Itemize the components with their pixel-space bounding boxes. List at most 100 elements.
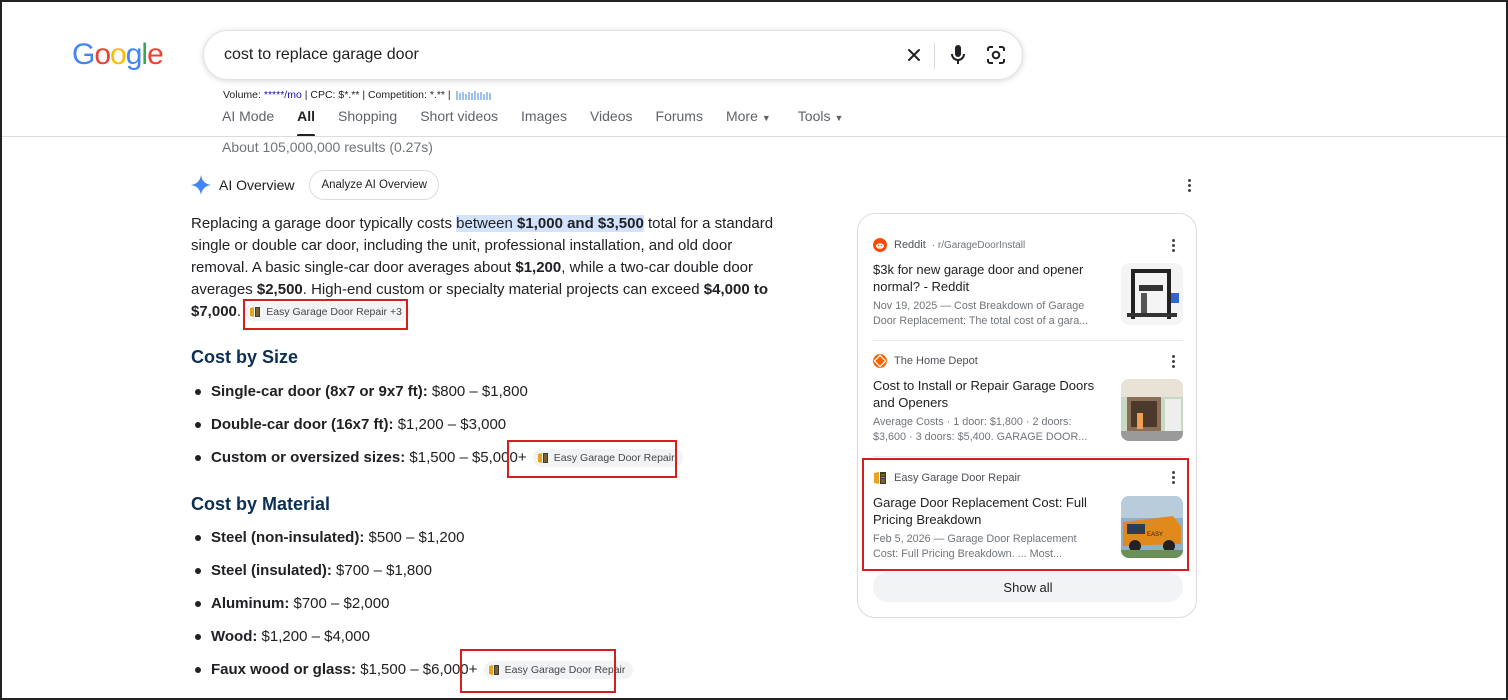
summary-bold: $1,200 — [515, 259, 562, 276]
ai-overview-header: AI Overview Analyze AI Overview — [191, 170, 439, 200]
list-item: Custom or oversized sizes: $1,500 – $5,0… — [191, 447, 683, 480]
source-subsite: · r/GarageDoorInstall — [931, 239, 1026, 251]
google-logo[interactable]: Google — [72, 38, 164, 72]
more-options-icon[interactable] — [1168, 352, 1178, 370]
source-chip-label: Easy Garage Door Repair — [504, 664, 626, 677]
source-thumbnail[interactable] — [1121, 263, 1183, 325]
source-chip-label: Easy Garage Door Repair +3 — [266, 306, 402, 319]
source-thumbnail[interactable]: EASY — [1121, 496, 1183, 558]
source-title[interactable]: $3k for new garage door and opener norma… — [873, 261, 1103, 295]
list-item: Single-car door (8x7 or 9x7 ft): $800 – … — [191, 381, 683, 414]
source-chip[interactable]: Easy Garage Door Repair +3 — [245, 303, 410, 322]
source-chip[interactable]: Easy Garage Door Repair — [532, 449, 683, 468]
source-chip[interactable]: Easy Garage Door Repair — [483, 661, 634, 680]
tab-forums[interactable]: Forums — [656, 108, 703, 136]
tab-all[interactable]: All — [297, 108, 315, 137]
header-divider — [2, 136, 1506, 137]
source-card-easy-garage[interactable]: Easy Garage Door Repair Garage Door Repl… — [873, 470, 1183, 570]
clear-icon[interactable] — [903, 44, 925, 66]
item-label: Steel (insulated): — [211, 562, 332, 579]
more-options-icon[interactable] — [1184, 176, 1194, 194]
tab-videos[interactable]: Videos — [590, 108, 633, 136]
source-chip-label: Easy Garage Door Repair — [553, 452, 675, 465]
search-box — [203, 30, 1023, 80]
seo-volume-label: Volume: — [223, 89, 261, 101]
item-value: $500 – $1,200 — [364, 529, 465, 546]
sources-panel: Reddit · r/GarageDoorInstall $3k for new… — [857, 213, 1197, 618]
source-thumbnail[interactable] — [1121, 379, 1183, 441]
item-value: $1,200 – $4,000 — [257, 628, 370, 645]
logo-letter: o — [110, 38, 127, 71]
tools-button[interactable]: Tools ▼ — [798, 108, 844, 136]
tab-more-label: More — [725, 108, 758, 124]
source-site-row: Reddit · r/GarageDoorInstall — [873, 237, 1183, 253]
tab-short-videos[interactable]: Short videos — [420, 108, 498, 136]
card-divider — [873, 456, 1183, 457]
source-site-name: The Home Depot — [894, 355, 978, 367]
card-divider — [873, 340, 1183, 341]
summary-bold: $2,500 — [256, 281, 303, 298]
source-snippet: Nov 19, 2025 — Cost Breakdown of Garage … — [873, 300, 1089, 327]
summary-bold: $1,000 and $3,500 — [517, 215, 644, 232]
list-item: Double-car door (16x7 ft): $1,200 – $3,0… — [191, 414, 683, 447]
item-label: Faux wood or glass: — [211, 661, 357, 678]
cost-by-size-heading: Cost by Size — [191, 347, 299, 367]
tools-label: Tools — [797, 108, 831, 124]
search-divider — [934, 43, 935, 69]
svg-text:EASY: EASY — [1147, 532, 1163, 538]
item-value: $700 – $1,800 — [331, 562, 432, 579]
seo-volume-value[interactable]: *****/mo — [264, 89, 302, 101]
analyze-ai-overview-button[interactable]: Analyze AI Overview — [309, 170, 439, 200]
item-label: Steel (non-insulated): — [211, 529, 365, 546]
show-all-button[interactable]: Show all — [873, 572, 1183, 602]
tab-images[interactable]: Images — [521, 108, 567, 136]
logo-letter: g — [125, 38, 143, 71]
tab-more[interactable]: More ▼ — [726, 108, 771, 136]
summary-text: Replacing a garage door typically costs — [191, 215, 457, 232]
microphone-icon[interactable] — [947, 44, 969, 66]
source-card-home-depot[interactable]: The Home Depot Cost to Install or Repair… — [873, 353, 1183, 453]
caret-down-icon: ▼ — [761, 113, 771, 123]
item-label: Wood: — [211, 628, 258, 645]
tab-shopping[interactable]: Shopping — [338, 108, 397, 136]
list-item: Steel (insulated): $700 – $1,800 — [191, 560, 633, 593]
source-site-row: The Home Depot — [873, 353, 1183, 369]
cost-by-material-list: Steel (non-insulated): $500 – $1,200 Ste… — [191, 527, 634, 692]
item-label: Single-car door (8x7 or 9x7 ft): — [211, 383, 428, 400]
source-site-row: Easy Garage Door Repair — [873, 470, 1183, 486]
source-title[interactable]: Garage Door Replacement Cost: Full Prici… — [873, 494, 1103, 528]
logo-letter: e — [147, 38, 164, 71]
item-label: Double-car door (16x7 ft): — [211, 416, 394, 433]
summary-text: . High-end custom or specialty material … — [302, 281, 704, 298]
item-value: $1,500 – $5,000+ — [405, 449, 527, 466]
list-item: Steel (non-insulated): $500 – $1,200 — [191, 527, 633, 560]
summary-text: . — [236, 303, 242, 320]
source-snippet: Feb 5, 2026 — Garage Door Replacement Co… — [873, 533, 1077, 560]
gemini-sparkle-icon — [191, 175, 211, 195]
source-card-reddit[interactable]: Reddit · r/GarageDoorInstall $3k for new… — [873, 237, 1183, 337]
caret-down-icon: ▼ — [834, 113, 844, 123]
trend-bars-icon — [455, 91, 491, 101]
lens-camera-icon[interactable] — [985, 44, 1007, 66]
easy-garage-logo-icon — [488, 665, 499, 676]
easy-garage-logo-icon — [537, 453, 548, 464]
list-item: Aluminum: $700 – $2,000 — [191, 593, 633, 626]
source-title[interactable]: Cost to Install or Repair Garage Doors a… — [873, 377, 1103, 411]
summary-text: between — [456, 215, 518, 232]
more-options-icon[interactable] — [1168, 236, 1178, 254]
ai-overview-title: AI Overview — [219, 177, 295, 193]
tab-ai-mode[interactable]: AI Mode — [222, 108, 274, 136]
item-value: $800 – $1,800 — [427, 383, 528, 400]
item-value: $700 – $2,000 — [289, 595, 390, 612]
source-site-name: Easy Garage Door Repair — [894, 472, 1021, 484]
seo-metrics-text: | CPC: $*.** | Competition: *.** | — [304, 89, 451, 101]
highlighted-range: between $1,000 and $3,500 — [456, 215, 644, 232]
ai-overview-summary: Replacing a garage door typically costs … — [191, 213, 791, 323]
more-options-icon[interactable] — [1168, 468, 1178, 486]
easy-garage-logo-icon — [249, 306, 262, 319]
search-input[interactable] — [224, 31, 864, 79]
item-value: $1,200 – $3,000 — [393, 416, 507, 433]
home-depot-icon — [873, 354, 887, 368]
logo-letter: o — [94, 38, 111, 71]
reddit-icon — [873, 238, 887, 252]
